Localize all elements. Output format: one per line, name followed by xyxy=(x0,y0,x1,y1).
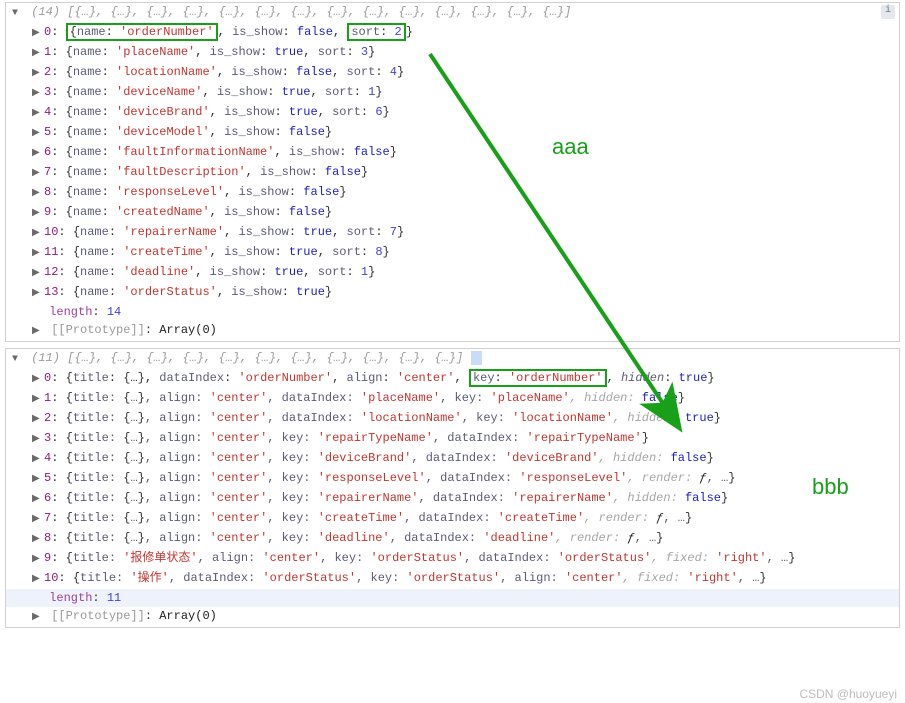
length-row: length: 14 xyxy=(6,303,899,321)
object-row[interactable]: ▶10: {title: '操作', dataIndex: 'orderStat… xyxy=(6,569,899,589)
expand-arrow-icon[interactable]: ▶ xyxy=(32,431,42,449)
expand-arrow-icon[interactable]: ▼ xyxy=(12,5,22,23)
object-row[interactable]: ▶5: {title: {…}, align: 'center', key: '… xyxy=(6,469,899,489)
object-row[interactable]: ▶9: {title: '报修单状态', align: 'center', ke… xyxy=(6,549,899,569)
selection-highlight xyxy=(471,351,482,365)
object-row[interactable]: ▶0: {name: 'orderNumber', is_show: false… xyxy=(6,23,899,43)
expand-arrow-icon[interactable]: ▶ xyxy=(32,391,42,409)
console-panel-top: i ▼ (14) [{…}, {…}, {…}, {…}, {…}, {…}, … xyxy=(5,2,900,342)
object-row[interactable]: ▶1: {name: 'placeName', is_show: true, s… xyxy=(6,43,899,63)
expand-arrow-icon[interactable]: ▶ xyxy=(32,285,42,303)
object-row[interactable]: ▶6: {title: {…}, align: 'center', key: '… xyxy=(6,489,899,509)
expand-arrow-icon[interactable]: ▶ xyxy=(32,471,42,489)
expand-arrow-icon[interactable]: ▶ xyxy=(32,531,42,549)
expand-arrow-icon[interactable]: ▶ xyxy=(32,25,42,43)
length-row: length: 11 xyxy=(6,589,899,607)
expand-arrow-icon[interactable]: ▶ xyxy=(32,511,42,529)
object-row[interactable]: ▶2: {name: 'locationName', is_show: fals… xyxy=(6,63,899,83)
expand-arrow-icon[interactable]: ▶ xyxy=(32,411,42,429)
expand-arrow-icon[interactable]: ▶ xyxy=(32,145,42,163)
expand-arrow-icon[interactable]: ▶ xyxy=(32,205,42,223)
object-row[interactable]: ▶7: {title: {…}, align: 'center', key: '… xyxy=(6,509,899,529)
highlight-key: key: 'orderNumber' xyxy=(469,369,607,387)
object-row[interactable]: ▶13: {name: 'orderStatus', is_show: true… xyxy=(6,283,899,303)
expand-arrow-icon[interactable]: ▶ xyxy=(32,65,42,83)
info-icon[interactable]: i xyxy=(881,5,895,19)
expand-arrow-icon[interactable]: ▶ xyxy=(32,609,42,627)
expand-arrow-icon[interactable]: ▶ xyxy=(32,265,42,283)
object-row[interactable]: ▶3: {name: 'deviceName', is_show: true, … xyxy=(6,83,899,103)
expand-arrow-icon[interactable]: ▶ xyxy=(32,371,42,389)
expand-arrow-icon[interactable]: ▶ xyxy=(32,571,42,589)
expand-arrow-icon[interactable]: ▶ xyxy=(32,125,42,143)
expand-arrow-icon[interactable]: ▶ xyxy=(32,491,42,509)
object-row[interactable]: ▶5: {name: 'deviceModel', is_show: false… xyxy=(6,123,899,143)
expand-arrow-icon[interactable]: ▶ xyxy=(32,185,42,203)
object-row[interactable]: ▶11: {name: 'createTime', is_show: true,… xyxy=(6,243,899,263)
object-row[interactable]: ▶2: {title: {…}, align: 'center', dataIn… xyxy=(6,409,899,429)
object-row[interactable]: ▶8: {title: {…}, align: 'center', key: '… xyxy=(6,529,899,549)
object-row[interactable]: ▶10: {name: 'repairerName', is_show: tru… xyxy=(6,223,899,243)
object-row[interactable]: ▶9: {name: 'createdName', is_show: false… xyxy=(6,203,899,223)
object-row[interactable]: ▶1: {title: {…}, align: 'center', dataIn… xyxy=(6,389,899,409)
annotation-aaa: aaa xyxy=(552,134,589,160)
object-row[interactable]: ▶4: {name: 'deviceBrand', is_show: true,… xyxy=(6,103,899,123)
object-row[interactable]: ▶0: {title: {…}, dataIndex: 'orderNumber… xyxy=(6,369,899,389)
array-summary-bottom[interactable]: ▼ (11) [{…}, {…}, {…}, {…}, {…}, {…}, {…… xyxy=(6,349,899,369)
expand-arrow-icon[interactable]: ▶ xyxy=(32,105,42,123)
watermark: CSDN @huoyueyi xyxy=(799,687,897,701)
expand-arrow-icon[interactable]: ▶ xyxy=(32,551,42,569)
expand-arrow-icon[interactable]: ▶ xyxy=(32,451,42,469)
expand-arrow-icon[interactable]: ▶ xyxy=(32,225,42,243)
prototype-row[interactable]: ▶ [[Prototype]]: Array(0) xyxy=(6,321,899,341)
highlight-name: {name: 'orderNumber' xyxy=(66,23,218,41)
expand-arrow-icon[interactable]: ▶ xyxy=(32,165,42,183)
expand-arrow-icon[interactable]: ▶ xyxy=(32,85,42,103)
object-row[interactable]: ▶3: {title: {…}, align: 'center', key: '… xyxy=(6,429,899,449)
expand-arrow-icon[interactable]: ▼ xyxy=(12,351,22,369)
object-row[interactable]: ▶12: {name: 'deadline', is_show: true, s… xyxy=(6,263,899,283)
object-row[interactable]: ▶7: {name: 'faultDescription', is_show: … xyxy=(6,163,899,183)
highlight-sort: sort: 2 xyxy=(347,23,405,41)
object-row[interactable]: ▶6: {name: 'faultInformationName', is_sh… xyxy=(6,143,899,163)
expand-arrow-icon[interactable]: ▶ xyxy=(32,45,42,63)
annotation-bbb: bbb xyxy=(812,474,849,500)
array-summary-top[interactable]: ▼ (14) [{…}, {…}, {…}, {…}, {…}, {…}, {…… xyxy=(6,3,899,23)
console-panel-bottom: ▼ (11) [{…}, {…}, {…}, {…}, {…}, {…}, {…… xyxy=(5,348,900,628)
expand-arrow-icon[interactable]: ▶ xyxy=(32,323,42,341)
prototype-row[interactable]: ▶ [[Prototype]]: Array(0) xyxy=(6,607,899,627)
object-row[interactable]: ▶4: {title: {…}, align: 'center', key: '… xyxy=(6,449,899,469)
expand-arrow-icon[interactable]: ▶ xyxy=(32,245,42,263)
object-row[interactable]: ▶8: {name: 'responseLevel', is_show: fal… xyxy=(6,183,899,203)
